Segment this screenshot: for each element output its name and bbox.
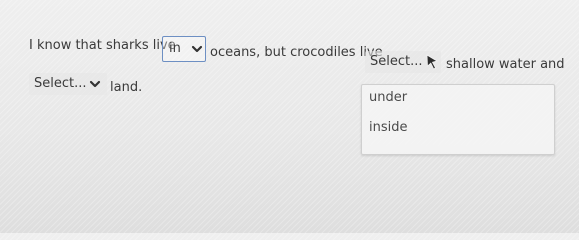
sentence-part-3: shallow water and (446, 57, 565, 72)
menu-option-inside[interactable]: inside (369, 120, 408, 136)
menu-option-under[interactable]: under (369, 90, 407, 106)
sentence-part-4: land. (110, 80, 143, 95)
sentence-part-2: oceans, but crocodiles live (210, 45, 383, 60)
dropdown-1[interactable]: in (162, 36, 206, 62)
dropdown-1-value: in (169, 41, 181, 56)
dropdown-3-value: Select... (34, 76, 87, 91)
chevron-down-icon (89, 80, 101, 88)
dropdown-menu: under inside (361, 84, 555, 155)
mouse-cursor-icon (426, 54, 439, 70)
dropdown-2-value: Select... (370, 54, 423, 69)
dropdown-3[interactable]: Select... (29, 73, 107, 95)
chevron-down-icon (191, 45, 203, 53)
sentence-part-1: I know that sharks live (29, 38, 176, 53)
